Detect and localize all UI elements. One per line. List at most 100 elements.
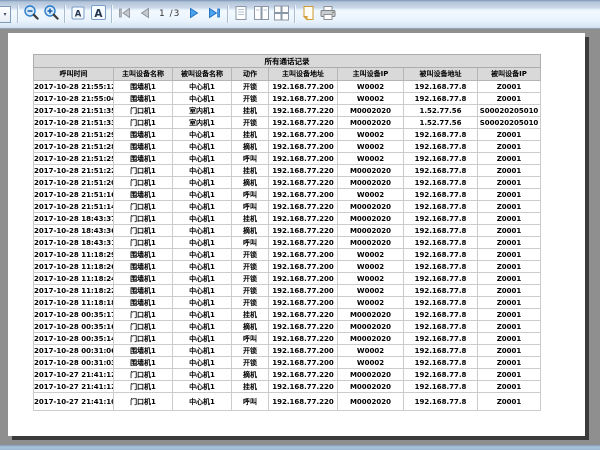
table-cell: 192.168.77.200 xyxy=(269,129,338,141)
table-cell: 192.168.77.220 xyxy=(269,105,338,117)
table-cell: 开锁 xyxy=(232,93,269,105)
table-cell: S00020205010 xyxy=(478,105,541,117)
table-cell: 摘机 xyxy=(232,321,269,333)
table-cell: 围墙机1 xyxy=(114,297,173,309)
table-cell: Z0001 xyxy=(478,321,541,333)
table-cell: W0002 xyxy=(338,189,404,201)
table-cell: 192.168.77.8 xyxy=(404,225,478,237)
table-cell: M0002020 xyxy=(338,381,404,393)
report-page: 所有通话记录 呼叫时间 主叫设备名称 被叫设备名称 动作 主叫设备地址 主叫设备… xyxy=(8,33,585,436)
table-row: 2017-10-28 21:51:25围墙机1中心机1呼叫192.168.77.… xyxy=(34,153,541,165)
table-cell: M0002020 xyxy=(338,177,404,189)
table-cell: Z0001 xyxy=(478,273,541,285)
page-setup-button[interactable] xyxy=(298,4,318,24)
two-page-icon xyxy=(253,5,270,24)
table-cell: 中心机1 xyxy=(173,297,232,309)
table-cell: Z0001 xyxy=(478,225,541,237)
table-row: 2017-10-28 11:18:22围墙机1中心机1开锁192.168.77.… xyxy=(34,285,541,297)
svg-text:A: A xyxy=(94,8,103,20)
table-cell: 192.168.77.8 xyxy=(404,165,478,177)
table-cell: 中心机1 xyxy=(173,369,232,381)
table-cell: M0002020 xyxy=(338,165,404,177)
table-row: 2017-10-28 21:51:14门口机1中心机1呼叫192.168.77.… xyxy=(34,201,541,213)
font-smaller-button[interactable]: A xyxy=(68,4,88,24)
zoom-in-button[interactable] xyxy=(41,4,61,24)
toolbar-separator xyxy=(17,5,18,23)
table-cell: 中心机1 xyxy=(173,237,232,249)
table-cell: 192.168.77.8 xyxy=(404,189,478,201)
table-cell: M0002020 xyxy=(338,369,404,381)
table-cell: M0002020 xyxy=(338,333,404,345)
table-cell: 围墙机1 xyxy=(114,93,173,105)
table-cell: 1.52.77.56 xyxy=(404,105,478,117)
table-cell: 挂机 xyxy=(232,165,269,177)
table-cell: 2017-10-28 11:18:24 xyxy=(34,273,114,285)
two-page-view-button[interactable] xyxy=(251,4,271,24)
table-cell: 呼叫 xyxy=(232,153,269,165)
call-records-table: 所有通话记录 呼叫时间 主叫设备名称 被叫设备名称 动作 主叫设备地址 主叫设备… xyxy=(33,54,541,411)
table-cell: 192.168.77.8 xyxy=(404,93,478,105)
table-cell: 2017-10-28 21:55:04 xyxy=(34,93,114,105)
preview-area[interactable]: 所有通话记录 呼叫时间 主叫设备名称 被叫设备名称 动作 主叫设备地址 主叫设备… xyxy=(0,30,600,445)
table-cell: 门口机1 xyxy=(114,213,173,225)
print-preview-window: ▾ xyxy=(0,0,600,450)
status-bar xyxy=(0,445,600,450)
table-cell: 开锁 xyxy=(232,273,269,285)
table-cell: 192.168.77.8 xyxy=(404,381,478,393)
print-button[interactable] xyxy=(318,4,338,24)
next-page-button[interactable] xyxy=(184,4,204,24)
table-cell: 围墙机1 xyxy=(114,285,173,297)
table-cell: 192.168.77.200 xyxy=(269,273,338,285)
zoom-level-dropdown[interactable]: ▾ xyxy=(0,6,11,23)
table-cell: 192.168.77.8 xyxy=(404,201,478,213)
table-cell: 2017-10-28 21:51:35 xyxy=(34,105,114,117)
zoom-out-button[interactable] xyxy=(21,4,41,24)
table-cell: M0002020 xyxy=(338,225,404,237)
table-cell: 192.168.77.8 xyxy=(404,261,478,273)
table-cell: 围墙机1 xyxy=(114,261,173,273)
table-cell: 192.168.77.8 xyxy=(404,237,478,249)
table-cell: Z0001 xyxy=(478,249,541,261)
table-cell: 192.168.77.220 xyxy=(269,333,338,345)
table-cell: W0002 xyxy=(338,357,404,369)
table-cell: 中心机1 xyxy=(173,129,232,141)
table-cell: 围墙机1 xyxy=(114,249,173,261)
table-cell: 围墙机1 xyxy=(114,273,173,285)
prev-page-button[interactable] xyxy=(135,4,155,24)
table-cell: 192.168.77.200 xyxy=(269,357,338,369)
table-cell: Z0001 xyxy=(478,177,541,189)
first-page-button[interactable] xyxy=(115,4,135,24)
table-cell: W0002 xyxy=(338,345,404,357)
table-cell: 挂机 xyxy=(232,129,269,141)
table-cell: Z0001 xyxy=(478,165,541,177)
table-row: 2017-10-28 18:43:37门口机1中心机1挂机192.168.77.… xyxy=(34,213,541,225)
table-cell: W0002 xyxy=(338,81,404,93)
table-cell: Z0001 xyxy=(478,237,541,249)
col-header-call-time: 呼叫时间 xyxy=(34,68,114,81)
font-larger-button[interactable]: A xyxy=(88,4,108,24)
four-page-view-button[interactable] xyxy=(271,4,291,24)
table-cell: W0002 xyxy=(338,273,404,285)
table-cell: 门口机1 xyxy=(114,165,173,177)
table-cell: 门口机1 xyxy=(114,309,173,321)
table-cell: 中心机1 xyxy=(173,225,232,237)
first-page-icon xyxy=(117,5,133,24)
table-title-row: 所有通话记录 xyxy=(34,55,541,68)
chevron-down-icon: ▾ xyxy=(3,11,6,18)
single-page-view-button[interactable] xyxy=(231,4,251,24)
table-cell: 192.168.77.8 xyxy=(404,285,478,297)
table-cell: 中心机1 xyxy=(173,357,232,369)
table-cell: 192.168.77.8 xyxy=(404,357,478,369)
last-page-icon xyxy=(206,5,222,24)
table-cell: 室内机1 xyxy=(173,117,232,129)
table-cell: W0002 xyxy=(338,153,404,165)
table-cell: 192.168.77.8 xyxy=(404,309,478,321)
table-cell: Z0001 xyxy=(478,369,541,381)
table-cell: W0002 xyxy=(338,93,404,105)
font-small-icon: A xyxy=(70,5,86,24)
table-cell: Z0001 xyxy=(478,93,541,105)
table-cell: 呼叫 xyxy=(232,201,269,213)
table-cell: 呼叫 xyxy=(232,189,269,201)
last-page-button[interactable] xyxy=(204,4,224,24)
table-cell: M0002020 xyxy=(338,201,404,213)
